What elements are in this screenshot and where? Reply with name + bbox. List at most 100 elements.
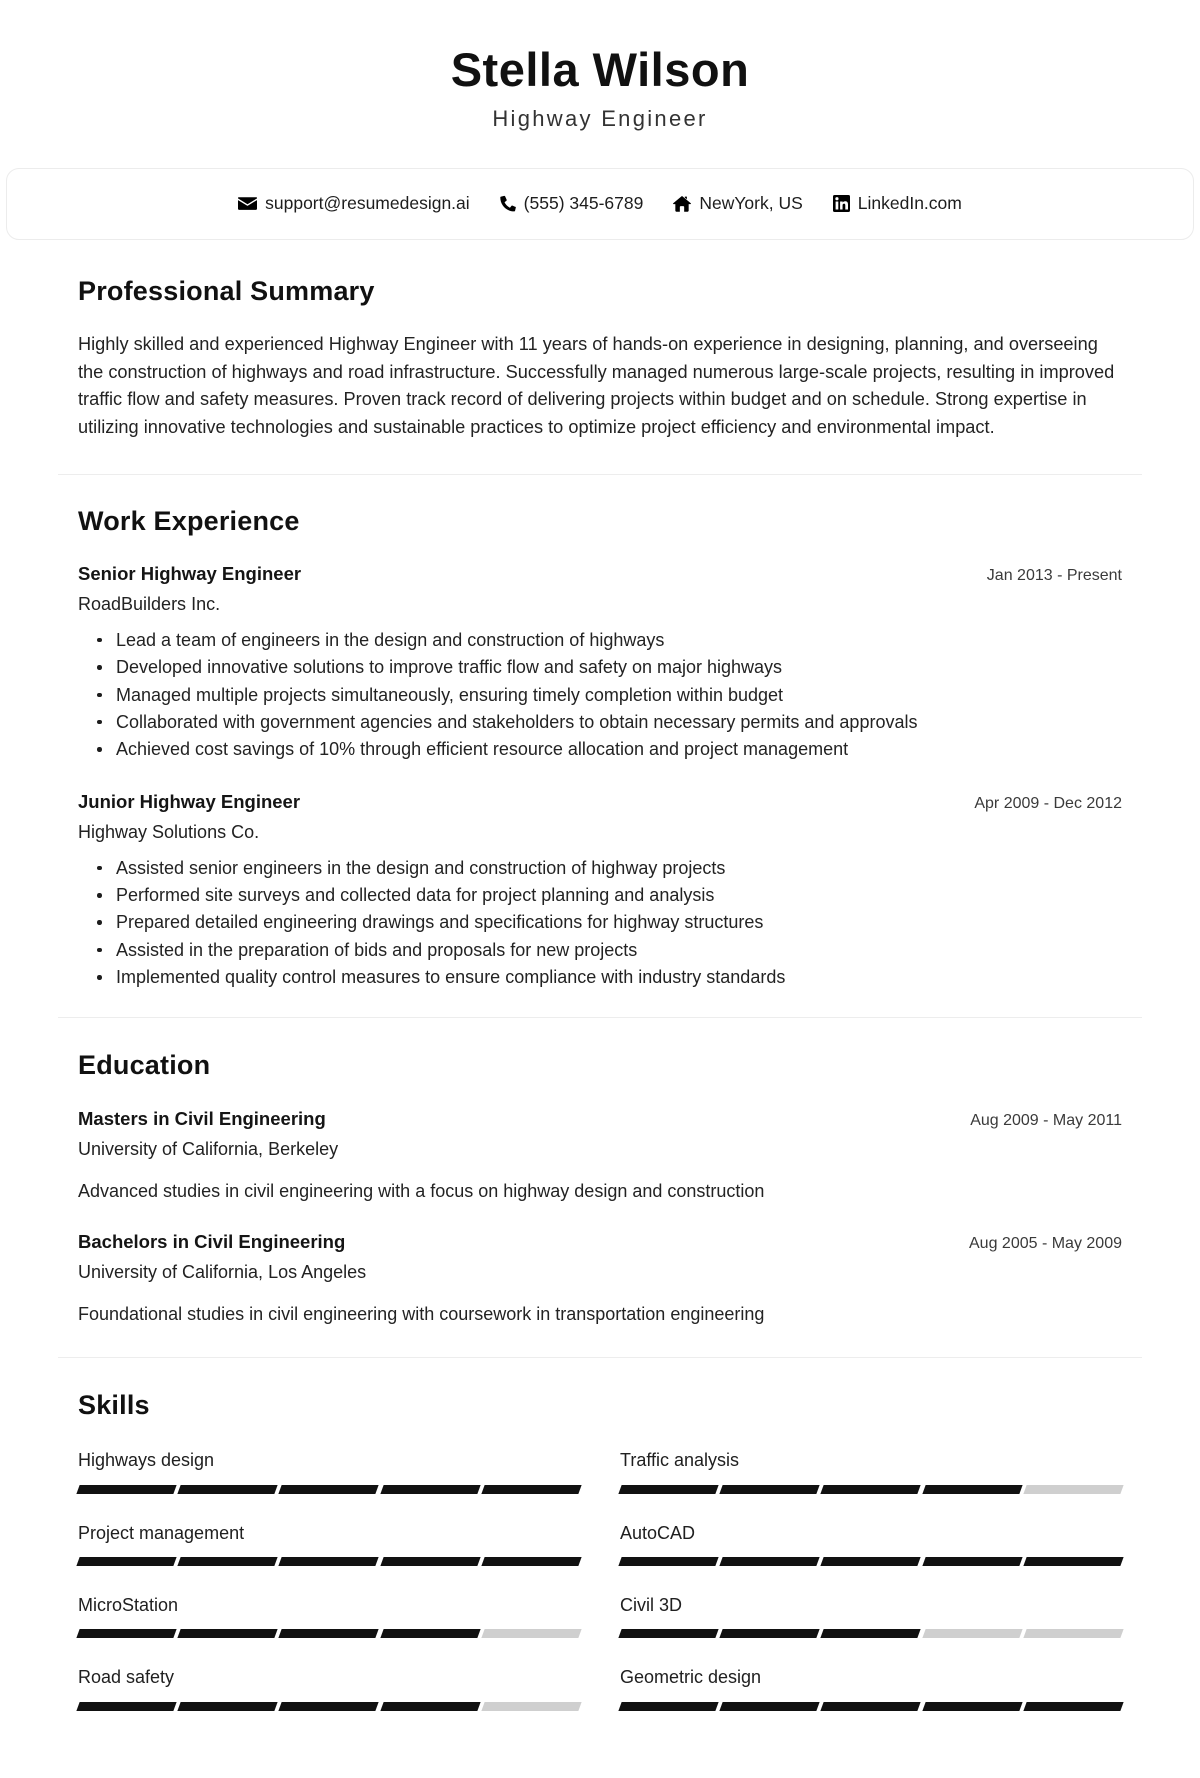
- skill-segment-filled: [820, 1629, 922, 1639]
- resume-page: Stella Wilson Highway Engineer support@r…: [0, 0, 1200, 1778]
- contact-label: NewYork, US: [699, 193, 803, 214]
- contact-card: support@resumedesign.ai (555) 345-6789 New…: [6, 168, 1194, 240]
- skill-segment-filled: [921, 1484, 1023, 1494]
- work-experience-section: Work Experience Senior Highway Engineer J…: [0, 475, 1200, 1018]
- skill-segment-empty: [481, 1701, 582, 1711]
- skill-name: Traffic analysis: [620, 1450, 740, 1471]
- contact-item[interactable]: (555) 345-6789: [499, 193, 644, 214]
- skill-name: Project management: [78, 1522, 245, 1543]
- skill-segment-filled: [481, 1557, 582, 1567]
- experience-role: Senior Highway Engineer: [78, 562, 302, 584]
- education-degree: Bachelors in Civil Engineering: [78, 1230, 346, 1252]
- skill-segment-empty: [481, 1629, 582, 1639]
- section-title-experience: Work Experience: [78, 505, 300, 536]
- skill-segment-filled: [719, 1557, 821, 1567]
- experience-company: Highway Solutions Co.: [78, 821, 260, 842]
- skill-item: Civil 3D: [618, 1593, 1124, 1665]
- experience-bullet-list: Lead a team of engineers in the design a…: [78, 627, 1122, 764]
- skill-segment-filled: [379, 1557, 481, 1567]
- experience-bullet: Collaborated with government agencies an…: [97, 709, 1122, 736]
- skills-section: Skills Highways design Traffic analysis Pr…: [0, 1358, 1200, 1778]
- contact-label: LinkedIn.com: [857, 193, 962, 214]
- education-date: Aug 2009 - May 2011: [970, 1111, 1122, 1129]
- linkedin-icon: [832, 195, 850, 213]
- skill-segment-filled: [76, 1701, 177, 1711]
- skill-name: Civil 3D: [620, 1595, 683, 1616]
- entry-header: Senior Highway Engineer Jan 2013 - Presen…: [78, 562, 1122, 587]
- education-entry: Bachelors in Civil Engineering Aug 2005 -…: [78, 1230, 1122, 1327]
- contact-item[interactable]: LinkedIn.com: [832, 193, 962, 214]
- skill-segment-filled: [1023, 1701, 1124, 1711]
- contact-item[interactable]: NewYork, US: [673, 193, 803, 214]
- experience-entries: Senior Highway Engineer Jan 2013 - Presen…: [78, 562, 1122, 992]
- experience-bullet: Assisted senior engineers in the design …: [97, 855, 1122, 882]
- experience-bullet: Assisted in the preparation of bids and …: [97, 937, 1122, 964]
- experience-date: Jan 2013 - Present: [986, 566, 1122, 584]
- skill-rating-bar: [76, 1701, 582, 1711]
- skill-item: Highways design: [76, 1448, 582, 1520]
- contact-label: support@resumedesign.ai: [265, 193, 470, 214]
- skill-segment-filled: [618, 1701, 719, 1711]
- professional-summary-section: Professional Summary Highly skilled and …: [0, 240, 1200, 474]
- skill-name: AutoCAD: [620, 1522, 696, 1543]
- skill-segment-filled: [1023, 1557, 1124, 1567]
- experience-bullet-list: Assisted senior engineers in the design …: [78, 855, 1122, 992]
- resume-header: Stella Wilson Highway Engineer: [0, 0, 1200, 162]
- candidate-name: Stella Wilson: [450, 43, 750, 96]
- experience-bullet: Lead a team of engineers in the design a…: [97, 627, 1122, 654]
- experience-company: RoadBuilders Inc.: [78, 593, 221, 614]
- education-date: Aug 2005 - May 2009: [969, 1234, 1122, 1252]
- experience-date: Apr 2009 - Dec 2012: [974, 794, 1122, 812]
- entry-header: Junior Highway Engineer Apr 2009 - Dec 20…: [78, 790, 1122, 815]
- experience-bullet: Performed site surveys and collected dat…: [97, 882, 1122, 909]
- skill-segment-filled: [618, 1557, 719, 1567]
- candidate-job-title: Highway Engineer: [492, 105, 708, 131]
- skill-segment-filled: [76, 1629, 177, 1639]
- contact-item[interactable]: support@resumedesign.ai: [238, 195, 470, 213]
- skill-segment-filled: [719, 1629, 821, 1639]
- skill-name: Road safety: [78, 1667, 175, 1688]
- experience-role: Junior Highway Engineer: [78, 790, 301, 812]
- skill-segment-empty: [921, 1629, 1023, 1639]
- experience-entry: Senior Highway Engineer Jan 2013 - Presen…: [78, 562, 1122, 764]
- experience-bullet: Managed multiple projects simultaneously…: [97, 682, 1122, 709]
- skill-segment-filled: [719, 1484, 821, 1494]
- skill-segment-filled: [618, 1484, 719, 1494]
- skill-segment-filled: [379, 1701, 481, 1711]
- skill-segment-filled: [76, 1557, 177, 1567]
- skill-segment-filled: [177, 1557, 279, 1567]
- skill-item: Road safety: [76, 1665, 582, 1737]
- education-description: Foundational studies in civil engineerin…: [78, 1303, 765, 1324]
- summary-text: Highly skilled and experienced Highway E…: [78, 333, 1115, 437]
- contact-label: (555) 345-6789: [523, 193, 644, 214]
- skill-rating-bar: [618, 1484, 1124, 1494]
- skill-segment-filled: [921, 1557, 1023, 1567]
- education-section: Education Masters in Civil Engineering Au…: [0, 1018, 1200, 1357]
- skill-rating-bar: [76, 1629, 582, 1639]
- education-entries: Masters in Civil Engineering Aug 2009 - M…: [78, 1107, 1122, 1327]
- skill-segment-filled: [177, 1484, 279, 1494]
- envelope-icon: [238, 196, 258, 211]
- skill-item: Geometric design: [618, 1665, 1124, 1737]
- skill-segment-filled: [820, 1484, 922, 1494]
- education-school: University of California, Berkeley: [78, 1138, 339, 1159]
- skill-item: AutoCAD: [618, 1521, 1124, 1593]
- skill-rating-bar: [76, 1484, 582, 1494]
- education-description: Advanced studies in civil engineering wi…: [78, 1180, 765, 1201]
- education-entry: Masters in Civil Engineering Aug 2009 - M…: [78, 1107, 1122, 1204]
- skill-segment-filled: [177, 1629, 279, 1639]
- experience-bullet: Achieved cost savings of 10% through eff…: [97, 736, 1122, 763]
- skill-name: Geometric design: [620, 1667, 762, 1688]
- section-title-summary: Professional Summary: [78, 275, 375, 306]
- skill-segment-filled: [278, 1484, 380, 1494]
- skill-segment-filled: [921, 1701, 1023, 1711]
- education-school: University of California, Los Angeles: [78, 1261, 367, 1282]
- skill-item: Project management: [76, 1521, 582, 1593]
- skill-rating-bar: [618, 1557, 1124, 1567]
- skill-segment-empty: [1023, 1484, 1124, 1494]
- experience-bullet: Developed innovative solutions to improv…: [97, 654, 1122, 681]
- skill-segment-filled: [481, 1484, 582, 1494]
- section-title-education: Education: [78, 1050, 211, 1081]
- skill-segment-filled: [278, 1629, 380, 1639]
- phone-icon: [499, 195, 516, 212]
